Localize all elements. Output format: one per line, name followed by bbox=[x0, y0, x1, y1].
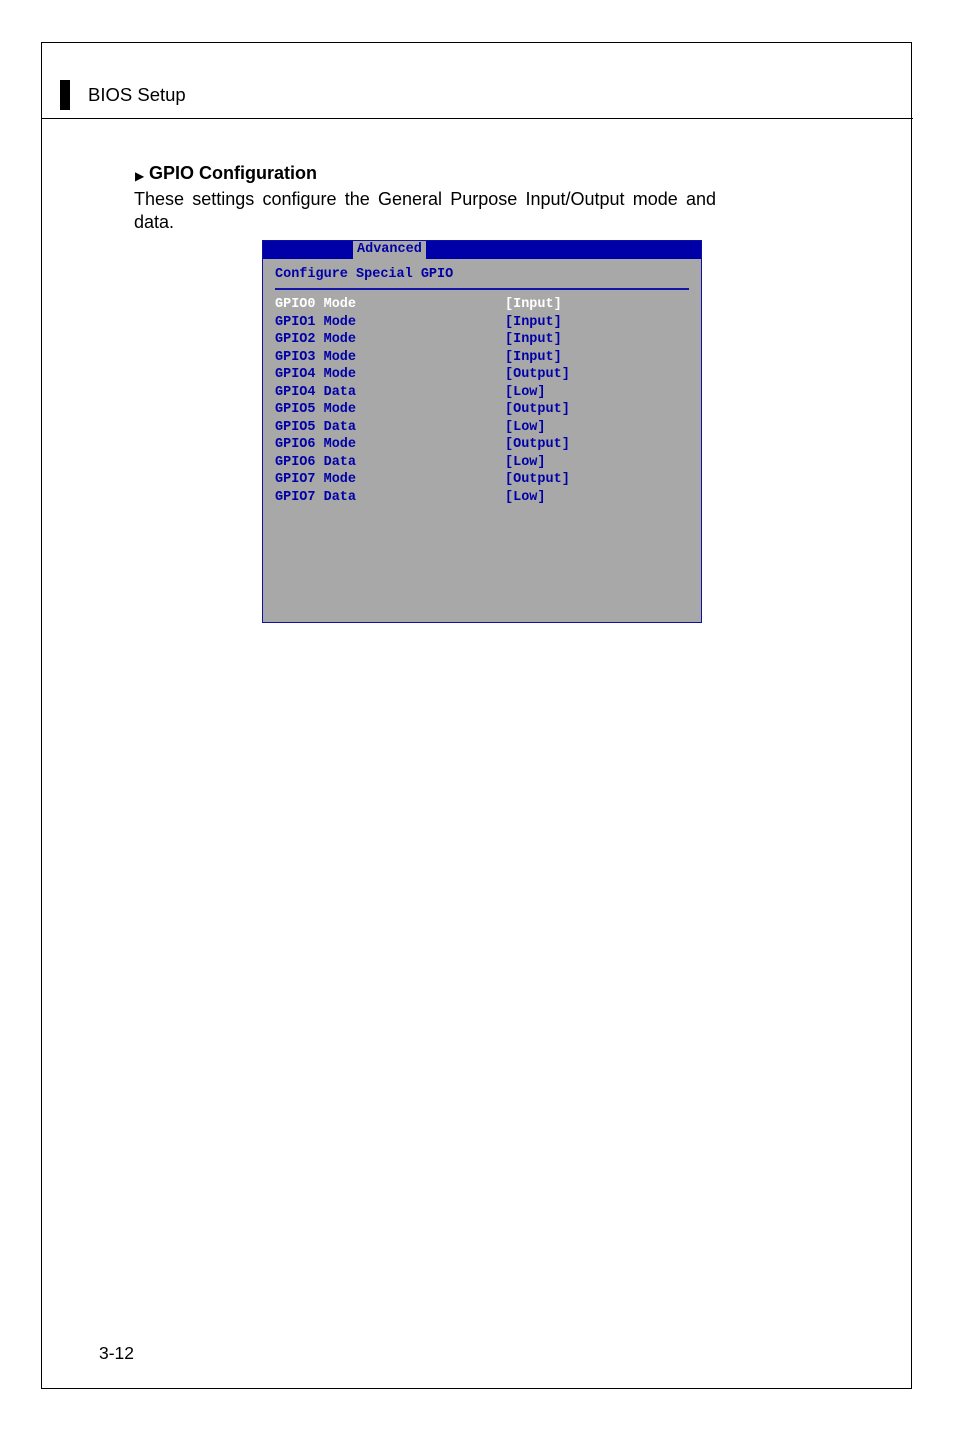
bios-setting-label: GPIO2 Mode bbox=[275, 331, 505, 349]
bios-tab-row: Advanced bbox=[263, 241, 701, 259]
bios-setting-value: [Output] bbox=[505, 366, 570, 384]
bios-setting-value: [Input] bbox=[505, 314, 562, 332]
bios-setting-label: GPIO3 Mode bbox=[275, 349, 505, 367]
bios-setting-value: [Output] bbox=[505, 471, 570, 489]
header-divider bbox=[41, 118, 913, 119]
bios-setting-row[interactable]: GPIO5 Data[Low] bbox=[275, 419, 689, 437]
bios-setting-row[interactable]: GPIO1 Mode[Input] bbox=[275, 314, 689, 332]
bios-tab-advanced[interactable]: Advanced bbox=[353, 241, 426, 259]
bios-setting-label: GPIO5 Data bbox=[275, 419, 505, 437]
bios-setting-value: [Input] bbox=[505, 296, 562, 314]
header-accent-bar bbox=[60, 80, 70, 110]
bios-setting-value: [Output] bbox=[505, 401, 570, 419]
bios-setting-label: GPIO6 Mode bbox=[275, 436, 505, 454]
bios-settings-list: GPIO0 Mode[Input]GPIO1 Mode[Input]GPIO2 … bbox=[263, 296, 701, 506]
bios-setting-value: [Input] bbox=[505, 349, 562, 367]
bios-setting-label: GPIO7 Mode bbox=[275, 471, 505, 489]
bios-subtitle: Configure Special GPIO bbox=[263, 265, 701, 284]
bios-setting-label: GPIO6 Data bbox=[275, 454, 505, 472]
bios-setting-row[interactable]: GPIO3 Mode[Input] bbox=[275, 349, 689, 367]
bios-setting-row[interactable]: GPIO2 Mode[Input] bbox=[275, 331, 689, 349]
bios-screenshot: Advanced Configure Special GPIO GPIO0 Mo… bbox=[262, 240, 702, 623]
bios-setting-row[interactable]: GPIO0 Mode[Input] bbox=[275, 296, 689, 314]
bios-setting-value: [Output] bbox=[505, 436, 570, 454]
bios-setting-row[interactable]: GPIO7 Data[Low] bbox=[275, 489, 689, 507]
bios-setting-label: GPIO4 Mode bbox=[275, 366, 505, 384]
bios-setting-label: GPIO0 Mode bbox=[275, 296, 505, 314]
bios-setting-row[interactable]: GPIO4 Mode[Output] bbox=[275, 366, 689, 384]
bios-setting-value: [Low] bbox=[505, 454, 546, 472]
section-heading: GPIO Configuration bbox=[134, 163, 317, 184]
bios-divider bbox=[275, 288, 689, 290]
bios-setting-value: [Low] bbox=[505, 384, 546, 402]
bios-setting-row[interactable]: GPIO6 Data[Low] bbox=[275, 454, 689, 472]
section-body: These settings configure the General Pur… bbox=[134, 188, 716, 233]
bios-setting-value: [Input] bbox=[505, 331, 562, 349]
bios-setting-label: GPIO5 Mode bbox=[275, 401, 505, 419]
bios-setting-label: GPIO7 Data bbox=[275, 489, 505, 507]
bios-setting-row[interactable]: GPIO6 Mode[Output] bbox=[275, 436, 689, 454]
bios-setting-row[interactable]: GPIO4 Data[Low] bbox=[275, 384, 689, 402]
bios-setting-label: GPIO1 Mode bbox=[275, 314, 505, 332]
bios-setting-row[interactable]: GPIO5 Mode[Output] bbox=[275, 401, 689, 419]
page-number: 3-12 bbox=[99, 1343, 134, 1364]
bios-setting-value: [Low] bbox=[505, 419, 546, 437]
bios-setting-value: [Low] bbox=[505, 489, 546, 507]
bios-setting-label: GPIO4 Data bbox=[275, 384, 505, 402]
bios-setting-row[interactable]: GPIO7 Mode[Output] bbox=[275, 471, 689, 489]
page-header: BIOS Setup bbox=[88, 84, 186, 106]
